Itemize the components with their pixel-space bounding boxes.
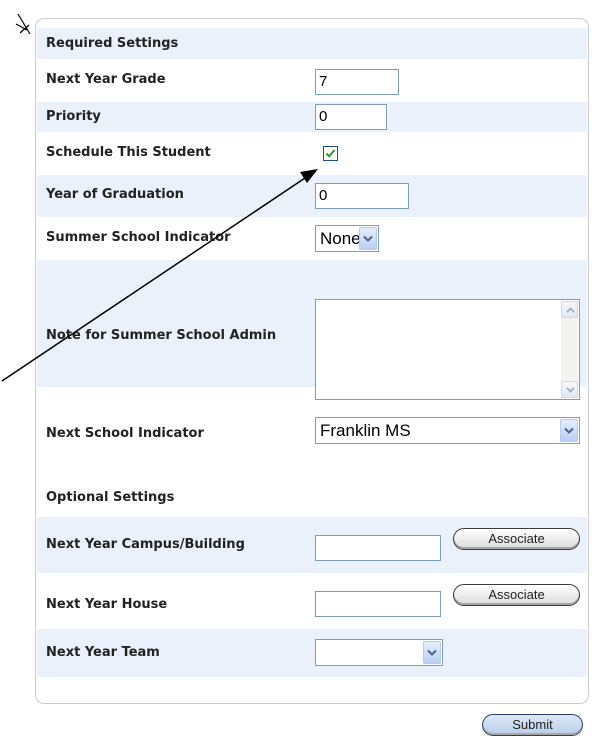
row-schedule-student: Schedule This Student [37, 132, 587, 175]
summer-school-dropdown-button[interactable] [359, 227, 377, 250]
next-school-label: Next School Indicator [46, 426, 204, 441]
row-priority: Priority 0 [37, 102, 587, 132]
settings-panel: Required Settings Next Year Grade 7 Prio… [35, 18, 589, 704]
scroll-up-button[interactable] [561, 301, 578, 318]
next-year-house-input[interactable] [315, 591, 441, 617]
row-note-summer-admin: Note for Summer School Admin [37, 260, 587, 400]
chevron-down-icon [363, 235, 373, 242]
next-school-value: Franklin MS [320, 421, 411, 440]
schedule-student-label: Schedule This Student [46, 145, 211, 160]
section-title-optional: Optional Settings [46, 490, 175, 505]
row-next-year-grade: Next Year Grade 7 [37, 59, 587, 102]
note-summer-admin-textarea[interactable] [315, 299, 580, 400]
textarea-scrollbar[interactable] [561, 301, 578, 398]
schedule-student-checkbox[interactable] [323, 146, 338, 161]
row-next-school: Next School Indicator Franklin MS [37, 400, 587, 444]
row-next-year-campus: Next Year Campus/Building Associate [37, 517, 587, 573]
priority-input[interactable]: 0 [315, 104, 387, 130]
checkmark-icon [325, 149, 336, 158]
next-school-dropdown-button[interactable] [560, 419, 578, 442]
next-year-grade-label: Next Year Grade [46, 72, 166, 87]
summer-school-label: Summer School Indicator [46, 230, 231, 245]
associate-campus-button[interactable]: Associate [453, 528, 580, 550]
next-year-house-label: Next Year House [46, 597, 168, 612]
priority-label: Priority [46, 109, 101, 124]
row-summer-school: Summer School Indicator None [37, 217, 587, 260]
annotation-marker-icon [15, 13, 31, 35]
submit-button[interactable]: Submit [482, 714, 583, 736]
required-settings-header: Required Settings [37, 28, 587, 59]
row-next-year-team: Next Year Team [37, 629, 587, 677]
next-year-team-select[interactable] [315, 639, 443, 666]
section-title-required: Required Settings [46, 36, 179, 51]
next-year-campus-label: Next Year Campus/Building [46, 537, 245, 552]
summer-school-select[interactable]: None [315, 225, 379, 252]
year-graduation-label: Year of Graduation [46, 187, 184, 202]
row-next-year-house: Next Year House Associate [37, 573, 587, 629]
summer-school-value: None [320, 229, 361, 248]
next-year-team-dropdown-button[interactable] [423, 641, 441, 664]
scroll-down-button[interactable] [561, 381, 578, 398]
next-year-campus-input[interactable] [315, 535, 441, 561]
optional-settings-header: Optional Settings [37, 477, 587, 517]
next-year-team-label: Next Year Team [46, 645, 160, 660]
chevron-down-icon [427, 649, 437, 656]
chevron-down-icon [564, 427, 574, 434]
chevron-down-icon [566, 387, 575, 393]
note-summer-admin-label: Note for Summer School Admin [46, 328, 277, 343]
next-school-select[interactable]: Franklin MS [315, 417, 580, 444]
year-graduation-input[interactable]: 0 [315, 183, 409, 209]
row-year-graduation: Year of Graduation 0 [37, 175, 587, 217]
associate-house-button[interactable]: Associate [453, 584, 580, 606]
chevron-up-icon [566, 307, 575, 313]
next-year-grade-input[interactable]: 7 [315, 69, 399, 95]
